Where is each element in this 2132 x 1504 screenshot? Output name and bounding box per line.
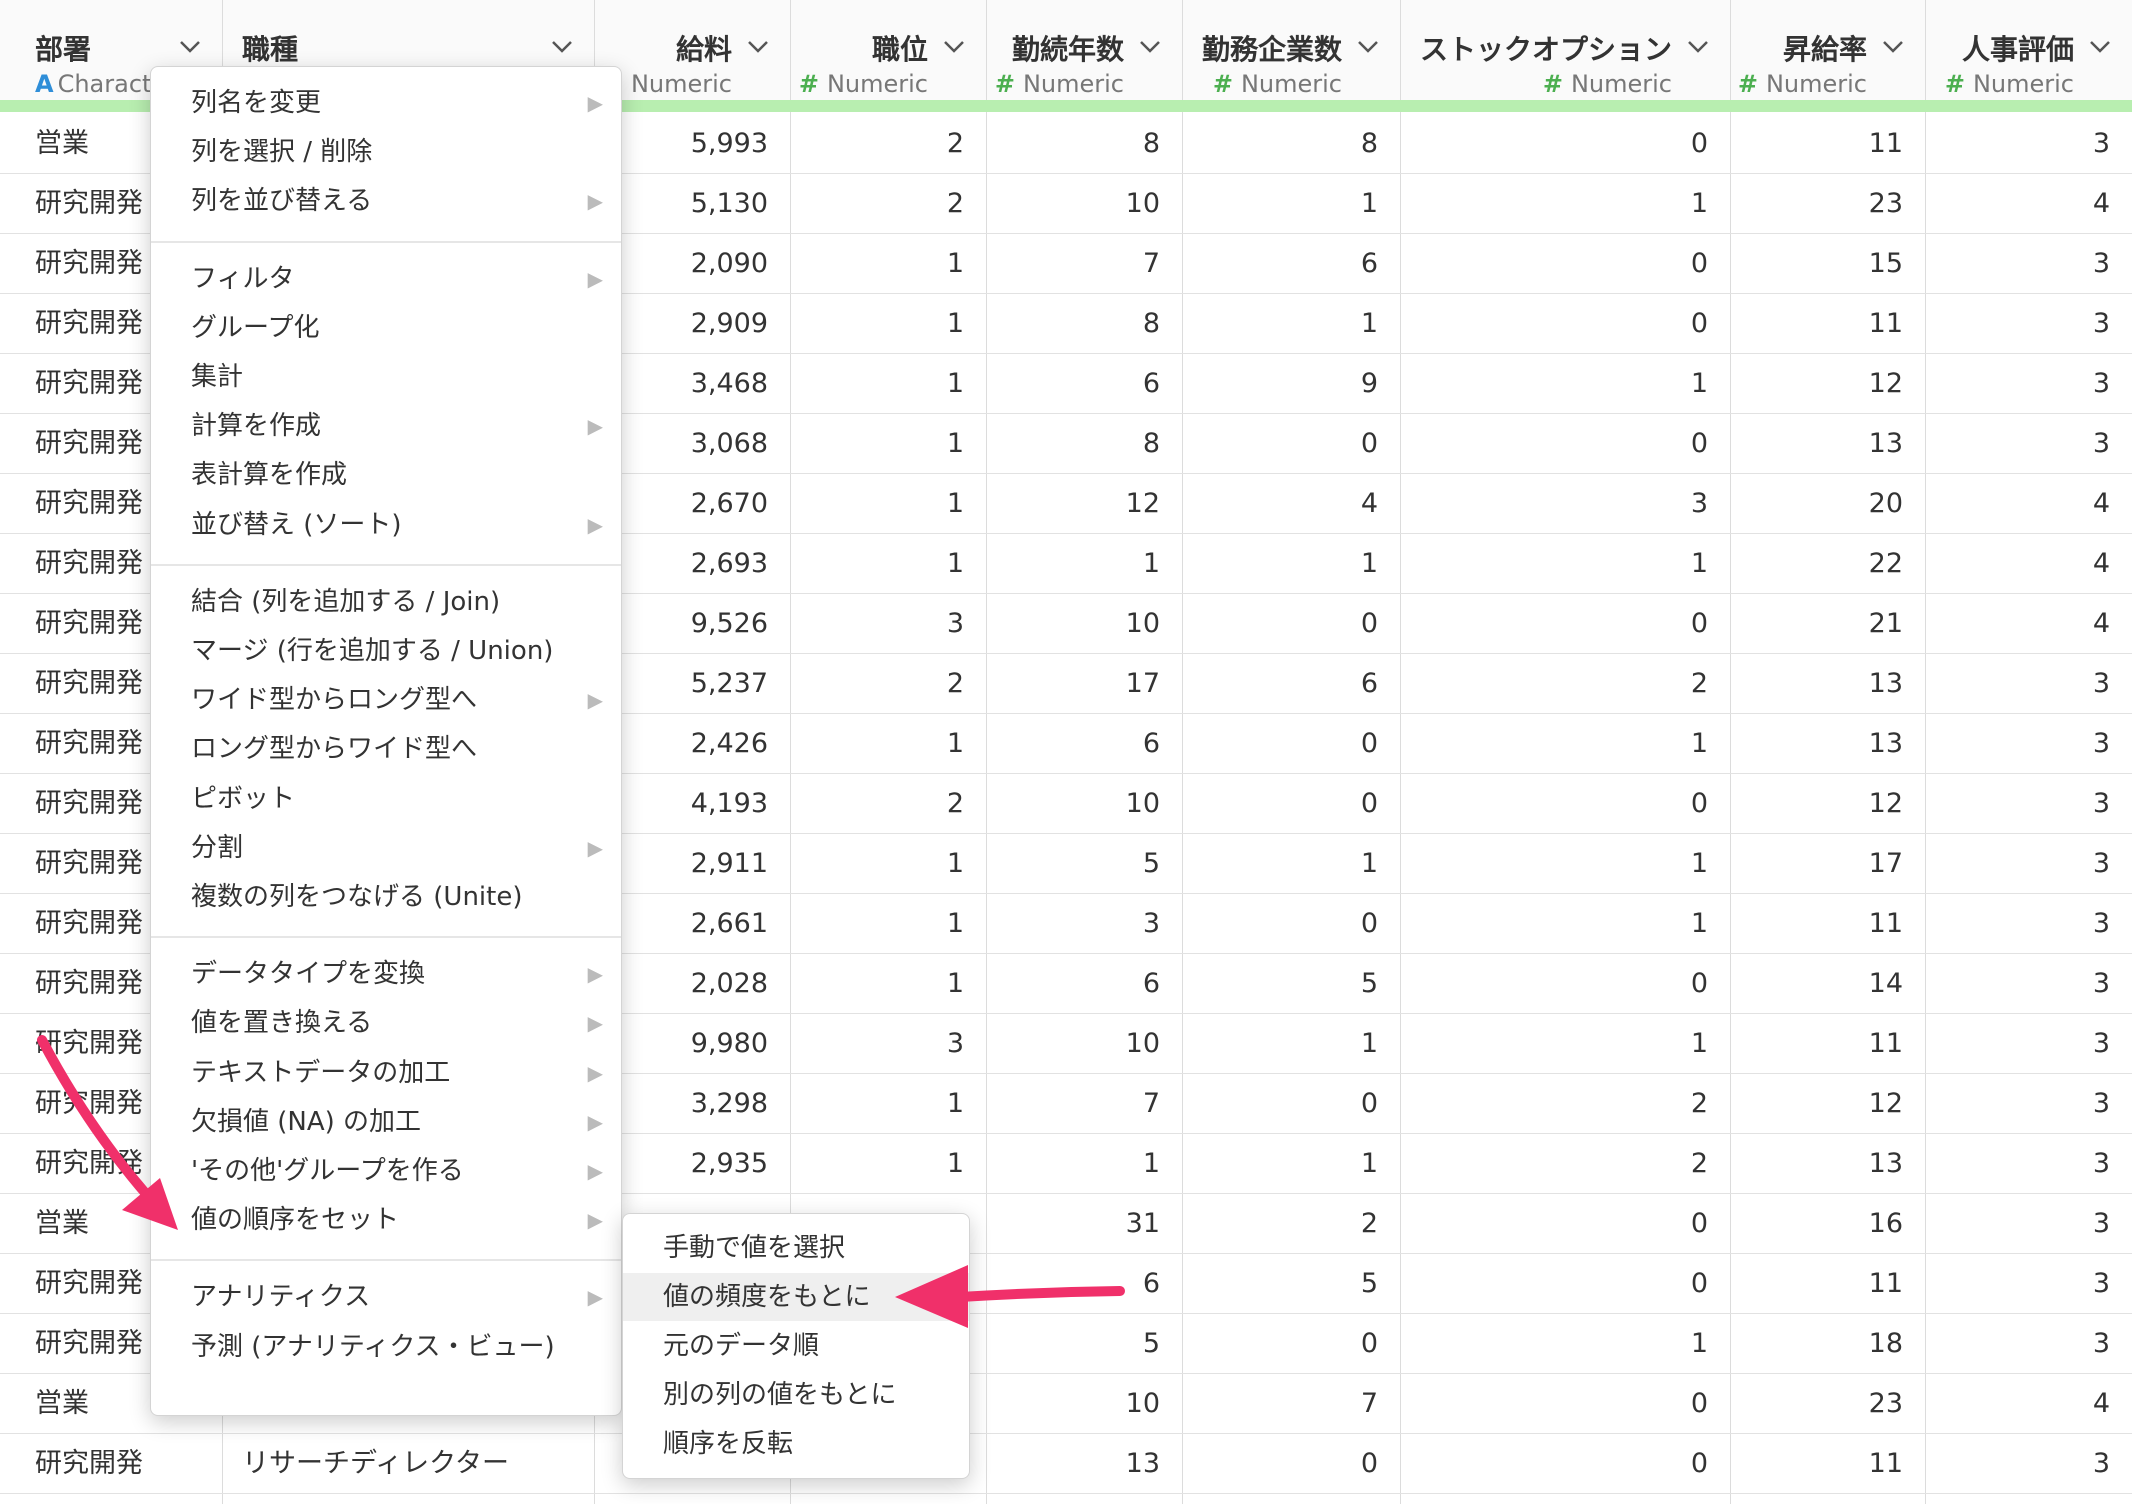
annotation-arrows — [37, 1035, 1125, 1328]
arrow-to-set-order-item — [37, 1035, 170, 1220]
arrow-head-frequency-item — [895, 1265, 968, 1328]
arrow-head-set-order-item — [122, 1178, 178, 1230]
arrow-to-frequency-item — [955, 1286, 1125, 1302]
